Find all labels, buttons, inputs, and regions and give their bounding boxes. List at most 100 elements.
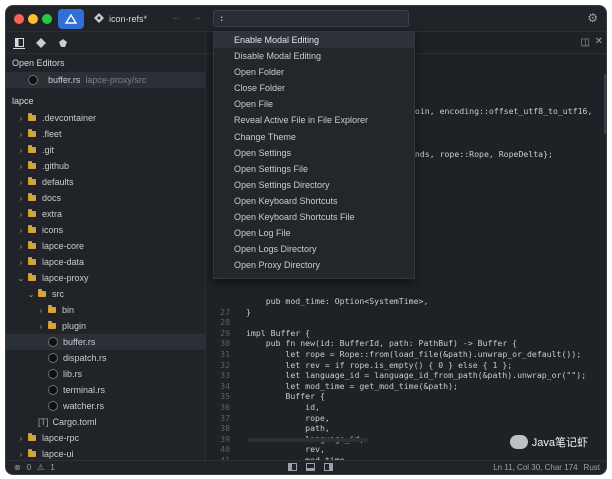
tree-file[interactable]: terminal.rs (6, 382, 205, 398)
chevron-right-icon[interactable]: › (36, 322, 46, 331)
tree-item-label: terminal.rs (63, 385, 106, 395)
toggle-left-panel-icon[interactable] (288, 463, 297, 471)
back-arrow-icon[interactable]: ← (171, 12, 181, 23)
tree-file[interactable]: buffer.rs (6, 334, 205, 350)
palette-item[interactable]: Disable Modal Editing (214, 48, 414, 64)
tree-folder[interactable]: › lapce-rpc (6, 430, 205, 446)
maximize-window-button[interactable] (42, 14, 52, 24)
chevron-right-icon[interactable]: › (16, 130, 26, 139)
chevron-right-icon[interactable]: › (16, 258, 26, 267)
palette-item[interactable]: Change Theme (214, 129, 414, 145)
rust-file-icon (48, 385, 58, 395)
palette-item[interactable]: Open Folder (214, 64, 414, 80)
plugins-tab[interactable] (57, 37, 69, 49)
tree-file[interactable]: watcher.rs (6, 398, 205, 414)
tree-folder[interactable]: › bin (6, 302, 205, 318)
folder-icon (48, 321, 56, 329)
palette-item[interactable]: Enable Modal Editing (214, 32, 414, 49)
forward-arrow-icon[interactable]: → (192, 12, 202, 23)
tree-item-label: .devcontainer (42, 113, 97, 123)
file-tree: › .devcontainer › .fleet › .git › .github › defau… (6, 110, 205, 462)
palette-item[interactable]: Reveal Active File in File Explorer (214, 112, 414, 128)
chevron-right-icon[interactable]: › (16, 178, 26, 187)
minimize-window-button[interactable] (28, 14, 38, 24)
tree-file[interactable]: [T] Cargo.toml (6, 414, 205, 430)
line-number: 27 (220, 306, 230, 317)
tree-folder[interactable]: › lapce-core (6, 238, 205, 254)
diagnostics-status[interactable]: ⊗ 0 ⚠ 1 (14, 463, 55, 472)
tree-item-label: watcher.rs (63, 401, 105, 411)
tree-folder[interactable]: › .git (6, 142, 205, 158)
command-palette-list: Enable Modal Editing Disable Modal Editin… (213, 31, 415, 279)
language-mode[interactable]: Rust (584, 463, 600, 472)
palette-item[interactable]: Close Folder (214, 80, 414, 96)
tree-item-label: .github (42, 161, 70, 171)
line-number: 31 (220, 349, 230, 359)
tree-item-label: lapce-rpc (42, 433, 80, 443)
toggle-right-panel-icon[interactable] (324, 463, 333, 471)
code-line: 28 (206, 317, 606, 328)
tree-folder[interactable]: › icons (6, 222, 205, 238)
open-editor-item[interactable]: buffer.rs lapce-proxy/src (6, 72, 205, 88)
palette-item[interactable]: Open Keyboard Shortcuts File (214, 209, 414, 225)
palette-item[interactable]: Open Keyboard Shortcuts (214, 193, 414, 209)
warning-count: 1 (50, 463, 55, 472)
tree-folder[interactable]: ⌄ src (6, 286, 205, 302)
tree-item-label: lapce-core (42, 241, 85, 251)
chevron-right-icon[interactable]: › (16, 146, 26, 155)
file-explorer-tab[interactable] (13, 37, 25, 49)
chevron-right-icon[interactable]: › (16, 194, 26, 203)
error-count: 0 (26, 463, 32, 472)
tree-folder[interactable]: › plugin (6, 318, 205, 334)
tree-file[interactable]: lib.rs (6, 366, 205, 382)
palette-item[interactable]: Open Proxy Directory (214, 257, 414, 273)
tree-file[interactable]: dispatch.rs (6, 350, 205, 366)
app-logo-icon[interactable] (58, 9, 84, 29)
tree-folder[interactable]: › .fleet (6, 126, 205, 142)
code-text: rev, (246, 444, 325, 455)
chevron-right-icon[interactable]: › (16, 434, 26, 443)
palette-item[interactable]: Open Settings Directory (214, 177, 414, 193)
chevron-right-icon[interactable]: › (16, 114, 26, 123)
tree-folder[interactable]: ⌄ lapce-proxy (6, 270, 205, 286)
palette-item[interactable]: Open Log File (214, 225, 414, 241)
tree-folder[interactable]: › docs (6, 190, 205, 206)
workspace-tab[interactable]: icon-refs* (91, 6, 161, 32)
folder-icon (38, 289, 46, 297)
tree-folder[interactable]: › .github (6, 158, 205, 174)
chevron-right-icon[interactable]: › (16, 242, 26, 251)
tree-folder[interactable]: › defaults (6, 174, 205, 190)
tree-folder[interactable]: › extra (6, 206, 205, 222)
settings-gear-icon[interactable]: ⚙ (587, 11, 598, 25)
tree-item-label: bin (62, 305, 75, 315)
split-editor-icon[interactable]: ◫ (581, 37, 590, 48)
folder-icon (28, 273, 36, 281)
horizontal-scrollbar[interactable] (248, 438, 368, 442)
close-editor-icon[interactable]: ✕ (595, 36, 603, 47)
chevron-right-icon[interactable]: › (16, 210, 26, 219)
open-editors-title[interactable]: Open Editors (6, 54, 205, 72)
palette-item[interactable]: Open Settings File (214, 161, 414, 177)
folder-icon (28, 209, 36, 217)
palette-item[interactable]: Open File (214, 96, 414, 112)
chevron-down-icon[interactable]: ⌄ (16, 274, 26, 283)
tree-item-label: buffer.rs (63, 337, 96, 347)
toggle-bottom-panel-icon[interactable] (306, 463, 315, 471)
close-window-button[interactable] (14, 14, 24, 24)
folder-icon (28, 193, 36, 201)
tree-folder[interactable]: › lapce-data (6, 254, 205, 270)
workspace-root-title[interactable]: lapce (6, 92, 205, 110)
chevron-down-icon[interactable]: ⌄ (26, 290, 36, 299)
code-fragment: Join, encoding::offset_utf8_to_utf16, (410, 106, 593, 116)
command-palette-input[interactable] (213, 10, 409, 27)
chevron-right-icon[interactable]: › (36, 306, 46, 315)
palette-item[interactable]: Open Settings (214, 145, 414, 161)
tree-folder[interactable]: › .devcontainer (6, 110, 205, 126)
chevron-right-icon[interactable]: › (16, 226, 26, 235)
chevron-right-icon[interactable]: › (16, 450, 26, 459)
error-icon: ⊗ (14, 463, 21, 472)
palette-item[interactable]: Open Logs Directory (214, 241, 414, 257)
source-control-tab[interactable] (35, 37, 47, 49)
chevron-right-icon[interactable]: › (16, 162, 26, 171)
cursor-position[interactable]: Ln 11, Col 30, Char 174 (493, 463, 577, 472)
